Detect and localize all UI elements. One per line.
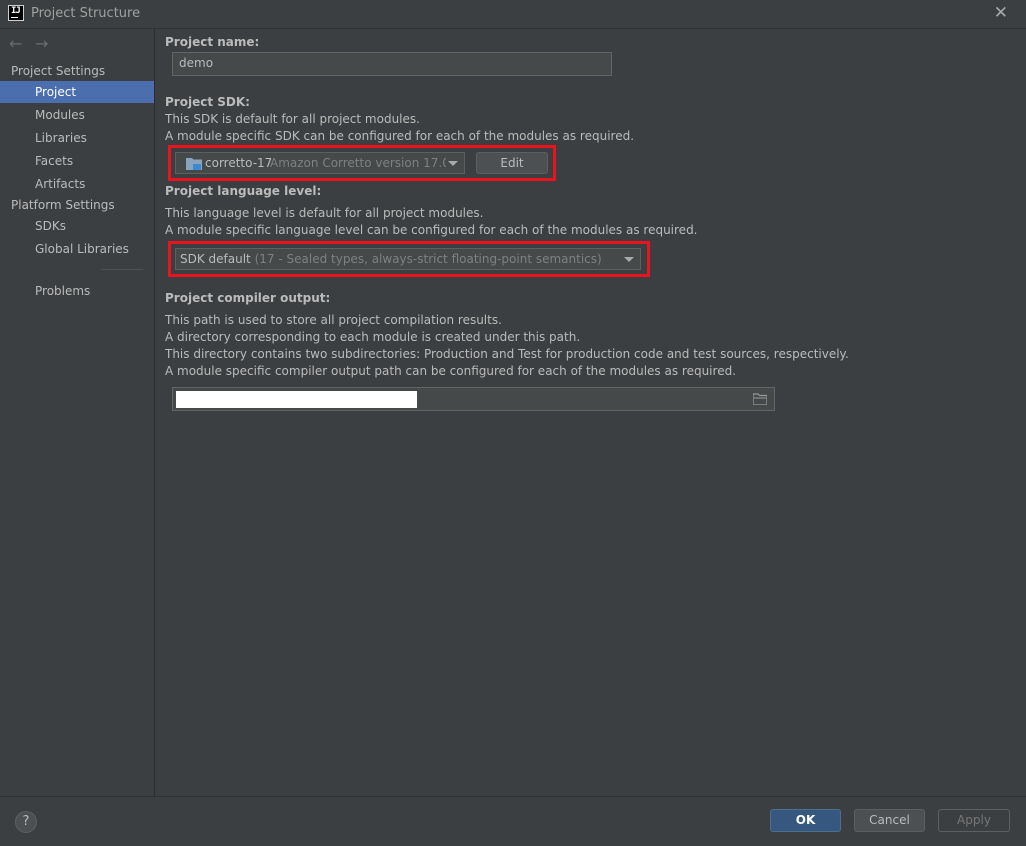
sdk-selected-name: corretto-17 xyxy=(205,156,273,170)
chevron-down-icon xyxy=(448,161,458,166)
project-sdk-description-2: A module specific SDK can be configured … xyxy=(165,129,635,143)
sidebar-item-libraries[interactable]: Libraries xyxy=(0,127,154,149)
language-level-selected: SDK default xyxy=(180,252,251,266)
compiler-output-description-4: A module specific compiler output path c… xyxy=(165,364,737,378)
ok-button[interactable]: OK xyxy=(770,809,841,832)
intellij-logo-icon: IJ xyxy=(8,5,24,21)
dialog-footer: ? OK Cancel Apply xyxy=(0,796,1026,846)
language-level-selected-detail: (17 - Sealed types, always-strict floati… xyxy=(254,252,602,266)
language-level-dropdown[interactable]: SDK default (17 - Sealed types, always-s… xyxy=(175,248,641,270)
project-settings-heading: Project Settings xyxy=(11,64,106,78)
project-name-label: Project name: xyxy=(165,35,260,49)
sidebar-divider xyxy=(101,269,143,270)
sidebar-item-facets[interactable]: Facets xyxy=(0,150,154,172)
platform-settings-heading: Platform Settings xyxy=(11,198,115,212)
window-title: Project Structure xyxy=(31,6,141,21)
language-level-label: Project language level: xyxy=(165,184,322,198)
sidebar-item-modules[interactable]: Modules xyxy=(0,104,154,126)
title-bar: IJ Project Structure ✕ xyxy=(0,0,1026,29)
browse-folder-icon[interactable] xyxy=(753,393,767,405)
compiler-output-field[interactable] xyxy=(172,387,775,411)
forward-arrow-icon[interactable]: → xyxy=(35,34,48,53)
sidebar-item-global-libraries[interactable]: Global Libraries xyxy=(0,238,154,260)
language-level-description: This language level is default for all p… xyxy=(165,206,484,220)
project-sdk-dropdown[interactable]: corretto-17 Amazon Corretto version 17.0… xyxy=(175,152,465,174)
compiler-output-description-2: A directory corresponding to each module… xyxy=(165,330,581,344)
sidebar-item-sdks[interactable]: SDKs xyxy=(0,215,154,237)
sdk-edit-button[interactable]: Edit xyxy=(476,152,548,174)
sdk-folder-icon xyxy=(186,158,202,170)
project-settings-panel: Project name: demo Project SDK: This SDK… xyxy=(155,29,1026,796)
compiler-output-description: This path is used to store all project c… xyxy=(165,313,502,327)
compiler-output-label: Project compiler output: xyxy=(165,291,331,305)
help-button[interactable]: ? xyxy=(15,811,37,833)
language-level-description-2: A module specific language level can be … xyxy=(165,223,698,237)
cancel-button[interactable]: Cancel xyxy=(854,809,925,832)
sidebar-item-project[interactable]: Project xyxy=(0,81,154,103)
project-sdk-description: This SDK is default for all project modu… xyxy=(165,112,420,126)
back-arrow-icon[interactable]: ← xyxy=(9,34,22,53)
project-name-field[interactable]: demo xyxy=(172,52,612,76)
sidebar-item-artifacts[interactable]: Artifacts xyxy=(0,173,154,195)
chevron-down-icon xyxy=(624,257,634,262)
project-sdk-label: Project SDK: xyxy=(165,95,250,109)
sidebar: ← → Project Settings Project Modules Lib… xyxy=(0,29,155,796)
sidebar-item-problems[interactable]: Problems xyxy=(0,280,154,302)
compiler-output-description-3: This directory contains two subdirectori… xyxy=(165,347,849,361)
close-icon[interactable]: ✕ xyxy=(994,4,1008,22)
redacted-path xyxy=(176,391,417,408)
apply-button[interactable]: Apply xyxy=(938,809,1010,832)
sdk-selected-detail: Amazon Corretto version 17.0.1 xyxy=(270,156,446,170)
